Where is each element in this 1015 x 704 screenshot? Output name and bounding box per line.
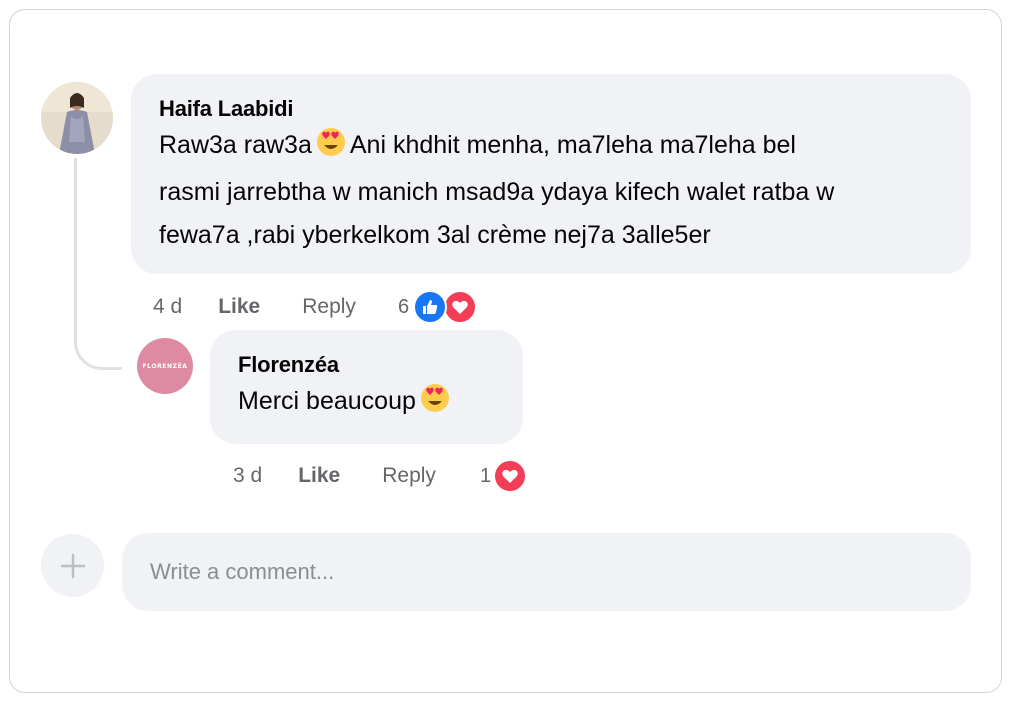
love-icon bbox=[443, 290, 478, 324]
reply-button[interactable]: Reply bbox=[382, 464, 436, 488]
comment-input[interactable] bbox=[148, 558, 945, 586]
comment-text: Merci beaucoup bbox=[238, 380, 495, 427]
plus-icon bbox=[60, 553, 85, 578]
comment-text-segment: rasmi jarrebtha w manich msad9a ydaya ki… bbox=[159, 178, 835, 206]
comment-text-segment: Merci beaucoup bbox=[238, 387, 416, 415]
heart-eyes-emoji-icon bbox=[316, 127, 346, 171]
reaction-count: 1 bbox=[479, 464, 492, 487]
love-icon bbox=[493, 459, 528, 493]
reply-bubble: Florenzéa Merci beaucoup bbox=[210, 330, 523, 444]
add-attachment-button[interactable] bbox=[41, 534, 104, 597]
reaction-count: 6 bbox=[397, 295, 410, 318]
avatar[interactable]: FLORENZÉA bbox=[137, 338, 193, 394]
comment-actions: 3 d Like Reply 1 bbox=[233, 459, 528, 493]
profile-photo bbox=[41, 82, 113, 154]
comment-actions: 4 d Like Reply 6 bbox=[153, 290, 478, 324]
comment-author[interactable]: Florenzéa bbox=[238, 350, 495, 380]
comment-text-segment: Ani khdhit menha, ma7leha ma7leha bel bbox=[349, 131, 796, 159]
heart-eyes-emoji-icon bbox=[420, 383, 450, 427]
reply-button[interactable]: Reply bbox=[302, 295, 356, 319]
comment-text-segment: Raw3a raw3a bbox=[159, 131, 312, 159]
comment-author[interactable]: Haifa Laabidi bbox=[159, 94, 943, 124]
like-button[interactable]: Like bbox=[298, 464, 340, 488]
reaction-summary[interactable]: 6 bbox=[397, 290, 478, 324]
comment-time[interactable]: 4 d bbox=[153, 295, 182, 319]
comment-bubble: Haifa Laabidi Raw3a raw3a Ani khdhit menh… bbox=[131, 74, 971, 274]
reaction-summary[interactable]: 1 bbox=[479, 459, 528, 493]
like-button[interactable]: Like bbox=[218, 295, 260, 319]
avatar[interactable] bbox=[41, 82, 113, 154]
comment-composer[interactable] bbox=[122, 533, 971, 611]
like-icon bbox=[413, 290, 448, 324]
thread-line bbox=[74, 158, 77, 338]
brand-logo-text: FLORENZÉA bbox=[142, 362, 188, 370]
comment-text: Raw3a raw3a Ani khdhit menha, ma7leha ma7… bbox=[159, 124, 943, 257]
comment-time[interactable]: 3 d bbox=[233, 464, 262, 488]
comment-text-segment: fewa7a ,rabi yberkelkom 3al crème nej7a … bbox=[159, 221, 711, 249]
